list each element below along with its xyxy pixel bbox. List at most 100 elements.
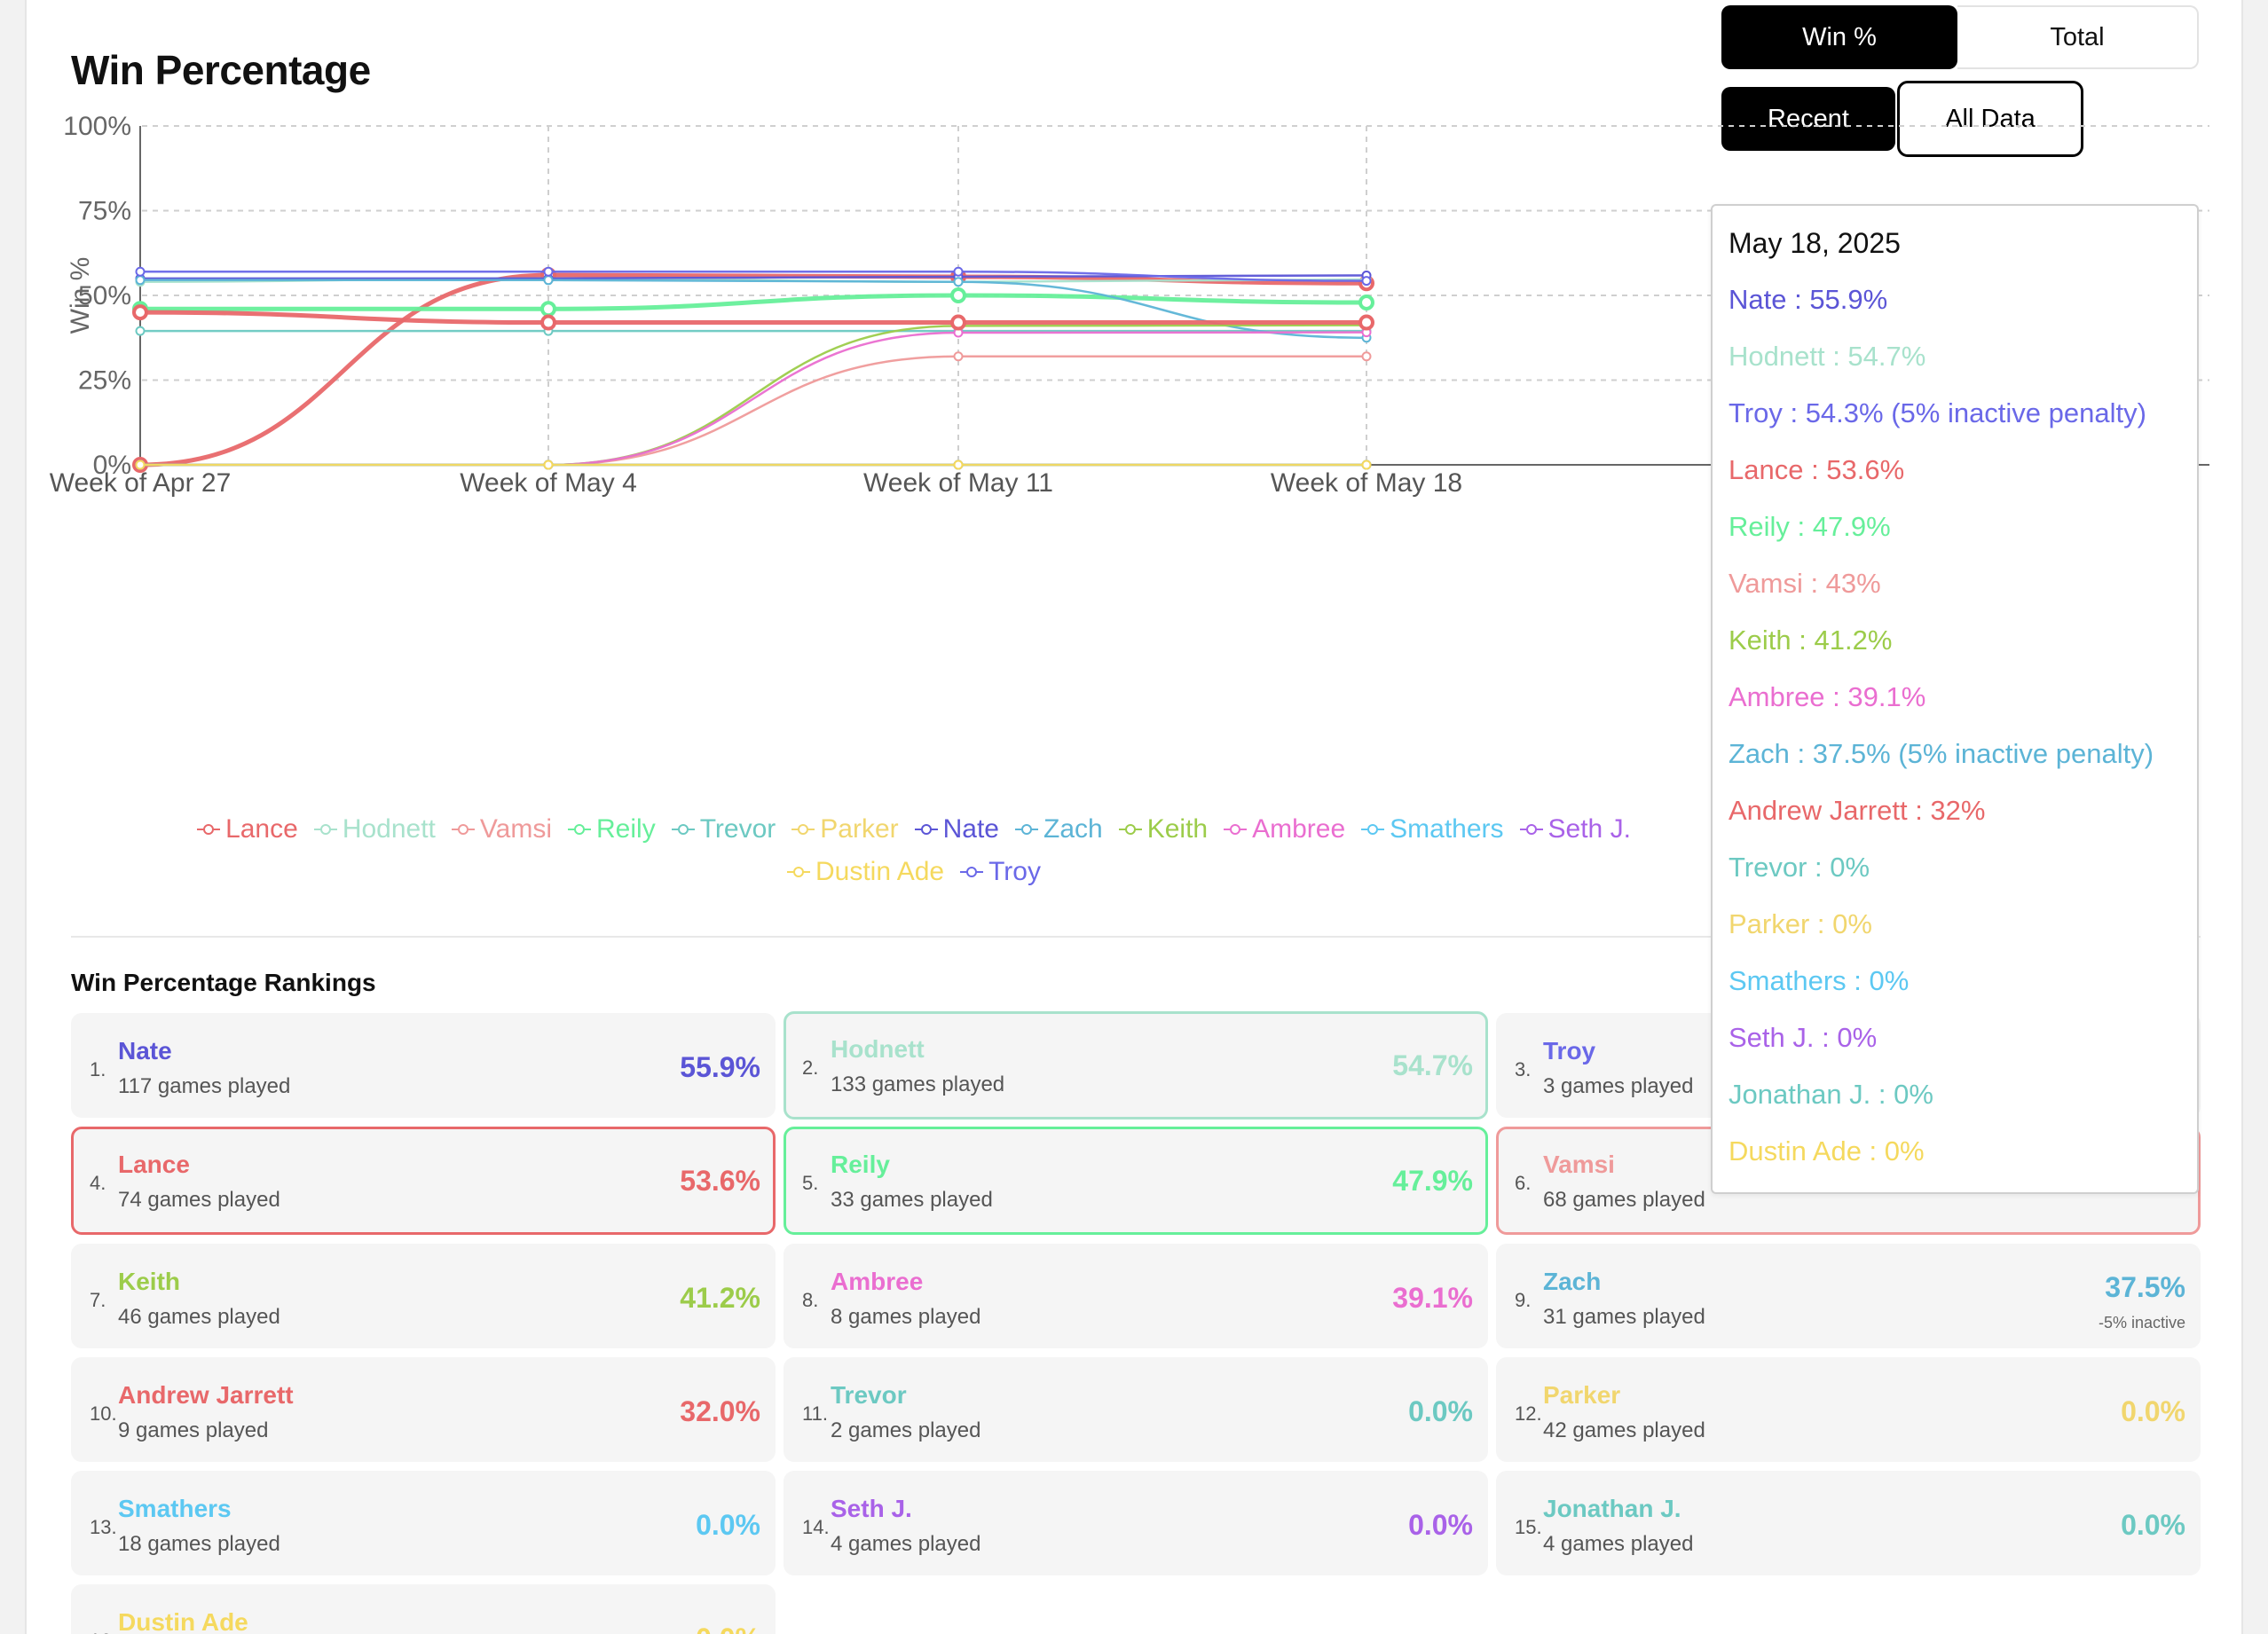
games-played: 68 games played: [1543, 1188, 1705, 1212]
legend-item-smathers[interactable]: Smathers: [1361, 814, 1504, 844]
ranking-card-parker[interactable]: 12. Parker 42 games played 0.0%: [1496, 1357, 2201, 1462]
player-name: Seth J.: [831, 1495, 912, 1522]
legend-line-marker-icon: [960, 867, 984, 877]
ranking-card-hodnett[interactable]: 2. Hodnett 133 games played 54.7%: [784, 1011, 1488, 1119]
data-point-andrew-jarrett[interactable]: [1358, 314, 1374, 331]
data-point-dustin-ade[interactable]: [1361, 460, 1372, 470]
legend-item-hodnett[interactable]: Hodnett: [313, 814, 436, 844]
data-point-troy[interactable]: [953, 266, 964, 277]
ranking-card-seth-j[interactable]: 14. Seth J. 4 games played 0.0%: [784, 1471, 1488, 1575]
data-point-andrew-jarrett[interactable]: [950, 314, 966, 331]
data-point-reily[interactable]: [950, 287, 966, 303]
player-name: Trevor: [831, 1381, 907, 1409]
data-point-trevor[interactable]: [135, 326, 146, 336]
series-line-andrew-jarrett[interactable]: [139, 310, 1366, 326]
rank-number: 9.: [1515, 1289, 1532, 1311]
y-tick-label: 100%: [63, 112, 131, 141]
player-name: Hodnett: [831, 1035, 925, 1063]
ranking-card-dustin-ade[interactable]: 16.Dustin Ade16 games played0.0%: [71, 1584, 776, 1634]
player-name: Jonathan J.: [1543, 1495, 1681, 1522]
legend-item-dustin-ade[interactable]: Dustin Ade: [787, 857, 944, 887]
data-point-dustin-ade[interactable]: [543, 460, 554, 470]
rank-number: 12.: [1515, 1402, 1542, 1425]
data-point-troy[interactable]: [543, 266, 554, 277]
data-point-andrew-jarrett[interactable]: [132, 304, 148, 321]
player-name: Nate: [118, 1037, 172, 1064]
win-percentage-value: 53.6%: [680, 1165, 760, 1197]
legend-label: Hodnett: [342, 814, 436, 844]
games-played: 4 games played: [1543, 1532, 1694, 1556]
y-tick-label: 75%: [78, 197, 131, 226]
legend-item-lance[interactable]: Lance: [197, 814, 298, 844]
legend-item-parker[interactable]: Parker: [791, 814, 899, 844]
win-percentage-value: 32.0%: [680, 1395, 760, 1427]
legend-label: Vamsi: [479, 814, 553, 844]
rank-number: 6.: [1515, 1172, 1532, 1194]
games-played: 3 games played: [1543, 1074, 1694, 1098]
data-point-zach[interactable]: [543, 275, 554, 286]
ranking-card-smathers[interactable]: 13. Smathers 18 games played 0.0%: [71, 1471, 776, 1575]
ranking-card-jonathan-j[interactable]: 15. Jonathan J. 4 games played 0.0%: [1496, 1471, 2201, 1575]
legend-line-marker-icon: [787, 867, 810, 877]
series-line-keith[interactable]: [140, 324, 1367, 467]
legend-item-nate[interactable]: Nate: [914, 814, 999, 844]
series-line-ambree[interactable]: [140, 331, 1367, 467]
legend-row: Dustin Ade Troy: [115, 857, 1713, 887]
legend-item-troy[interactable]: Troy: [960, 857, 1041, 887]
legend-label: Parker: [820, 814, 899, 844]
tooltip-row: Jonathan J. : 0%: [1729, 1079, 1933, 1110]
player-name: Zach: [1543, 1268, 1602, 1295]
ranking-card-ambree[interactable]: 8. Ambree 8 games played 39.1%: [784, 1244, 1488, 1348]
data-point-reily[interactable]: [540, 301, 556, 318]
tooltip-row: Smathers : 0%: [1729, 965, 1910, 996]
y-tick-label: 25%: [78, 366, 131, 396]
data-point-reily[interactable]: [1358, 295, 1374, 311]
data-point-vamsi[interactable]: [1361, 351, 1372, 362]
ranking-card-keith[interactable]: 7. Keith 46 games played 41.2%: [71, 1244, 776, 1348]
rank-number: 1.: [90, 1058, 106, 1080]
tooltip-row: Keith : 41.2%: [1729, 625, 1893, 656]
data-point-dustin-ade[interactable]: [135, 460, 146, 470]
data-point-andrew-jarrett[interactable]: [540, 314, 556, 331]
chart-legend: Lance Hodnett Vamsi Reily Trevor Parker Nate Za…: [115, 814, 1713, 899]
data-point-vamsi[interactable]: [953, 351, 964, 362]
legend-label: Troy: [988, 857, 1041, 886]
ranking-card-trevor[interactable]: 11. Trevor 2 games played 0.0%: [784, 1357, 1488, 1462]
ranking-card-zach[interactable]: 9. Zach 31 games played 37.5% -5% inactive: [1496, 1244, 2201, 1348]
x-tick-label: Week of May 4: [460, 468, 637, 498]
legend-label: Reily: [596, 814, 656, 844]
legend-item-zach[interactable]: Zach: [1015, 814, 1103, 844]
data-point-zach[interactable]: [953, 277, 964, 287]
player-name: Dustin Ade: [118, 1608, 248, 1634]
legend-item-vamsi[interactable]: Vamsi: [451, 814, 553, 844]
data-point-troy[interactable]: [135, 266, 146, 277]
data-point-troy[interactable]: [1361, 276, 1372, 287]
win-percentage-value: 0.0%: [696, 1509, 760, 1541]
win-percentage-value: 54.7%: [1392, 1049, 1473, 1081]
ranking-card-reily[interactable]: 5. Reily 33 games played 47.9%: [784, 1127, 1488, 1235]
legend-item-ambree[interactable]: Ambree: [1224, 814, 1345, 844]
legend-line-marker-icon: [568, 824, 592, 835]
games-played: 18 games played: [118, 1532, 280, 1556]
legend-item-seth-j[interactable]: Seth J.: [1519, 814, 1631, 844]
series-line-reily[interactable]: [140, 293, 1367, 311]
legend-item-reily[interactable]: Reily: [568, 814, 656, 844]
ranking-card-nate[interactable]: 1. Nate 117 games played 55.9%: [71, 1013, 776, 1118]
data-point-dustin-ade[interactable]: [953, 460, 964, 470]
tooltip-row: Seth J. : 0%: [1729, 1022, 1878, 1053]
games-played: 117 games played: [118, 1074, 291, 1098]
series-line-vamsi[interactable]: [140, 355, 1366, 467]
tooltip-date: May 18, 2025: [1729, 227, 1901, 259]
rank-number: 10.: [90, 1402, 117, 1425]
legend-label: Keith: [1146, 814, 1209, 844]
rank-number: 8.: [802, 1289, 819, 1311]
data-point-zach[interactable]: [135, 275, 146, 286]
ranking-card-lance[interactable]: 4. Lance 74 games played 53.6%: [71, 1127, 776, 1235]
games-played: 4 games played: [831, 1532, 981, 1556]
legend-item-keith[interactable]: Keith: [1118, 814, 1209, 844]
legend-item-trevor[interactable]: Trevor: [671, 814, 776, 844]
tooltip-row: Dustin Ade : 0%: [1729, 1135, 1925, 1167]
player-name: Smathers: [118, 1495, 232, 1522]
rank-number: 7.: [90, 1289, 106, 1311]
ranking-card-andrew-jarrett[interactable]: 10. Andrew Jarrett 9 games played 32.0%: [71, 1357, 776, 1462]
